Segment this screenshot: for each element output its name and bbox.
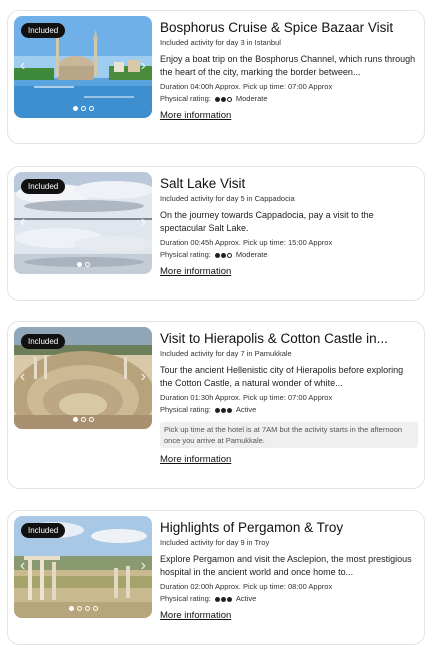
pickup-note: Pick up time at the hotel is at 7AM but …	[160, 422, 418, 448]
activity-card: Included ‹ › Salt Lake Visit Included ac…	[7, 166, 425, 301]
carousel-dot[interactable]	[72, 417, 78, 422]
activity-card: Included ‹ › Bosphorus Cruise & Spice Ba…	[7, 10, 425, 144]
activity-title: Highlights of Pergamon & Troy	[160, 520, 344, 535]
carousel-dot[interactable]	[84, 262, 90, 267]
rating-dot	[226, 596, 232, 602]
activity-duration: Duration 01:30h Approx. Pick up time: 07…	[160, 393, 333, 402]
chevron-right-icon[interactable]: ›	[141, 369, 146, 385]
physical-rating-text: Moderate	[235, 250, 268, 259]
physical-rating-label: Physical rating:	[160, 250, 211, 259]
activity-image-carousel[interactable]: Included ‹ ›	[14, 516, 152, 618]
carousel-dot[interactable]	[80, 106, 86, 111]
activity-image-carousel[interactable]: Included ‹ ›	[14, 327, 152, 429]
activity-image-carousel[interactable]: Included ‹ ›	[14, 16, 152, 118]
rating-dots	[214, 252, 232, 258]
carousel-dot[interactable]	[68, 606, 74, 611]
activity-duration: Duration 00:45h Approx. Pick up time: 15…	[160, 238, 333, 247]
rating-dot	[214, 96, 220, 102]
activity-card: Included ‹ › Highlights of Pergamon & Tr…	[7, 510, 425, 645]
chevron-left-icon[interactable]: ‹	[20, 58, 25, 74]
physical-rating-text: Active	[235, 594, 257, 603]
rating-dot	[214, 596, 220, 602]
activity-subtitle: Included activity for day 5 in Cappadoci…	[160, 194, 295, 203]
activity-subtitle: Included activity for day 3 in Istanbul	[160, 38, 281, 47]
carousel-dot[interactable]	[92, 606, 98, 611]
activity-duration: Duration 02:00h Approx. Pick up time: 08…	[160, 582, 333, 591]
carousel-dots	[14, 262, 152, 267]
physical-rating-text: Active	[235, 405, 257, 414]
activity-info: Salt Lake Visit Included activity for da…	[160, 175, 418, 279]
included-badge: Included	[21, 179, 66, 194]
activity-info: Bosphorus Cruise & Spice Bazaar Visit In…	[160, 19, 418, 123]
rating-dot	[220, 252, 226, 258]
included-badge: Included	[21, 23, 66, 38]
physical-rating: Physical rating: Active	[160, 405, 418, 415]
physical-rating: Physical rating: Moderate	[160, 94, 418, 104]
physical-rating-label: Physical rating:	[160, 594, 211, 603]
activity-description: Enjoy a boat trip on the Bosphorus Chann…	[160, 54, 416, 77]
chevron-right-icon[interactable]: ›	[141, 558, 146, 574]
activity-title: Visit to Hierapolis & Cotton Castle in..…	[160, 331, 388, 346]
activity-duration: Duration 04:00h Approx. Pick up time: 07…	[160, 82, 333, 91]
activity-description: Explore Pergamon and visit the Asclepion…	[160, 554, 412, 577]
chevron-left-icon[interactable]: ‹	[20, 558, 25, 574]
rating-dot	[220, 96, 226, 102]
carousel-dot[interactable]	[88, 106, 94, 111]
carousel-dots	[14, 417, 152, 422]
rating-dot	[214, 407, 220, 413]
more-information-link[interactable]: More information	[160, 266, 231, 277]
chevron-left-icon[interactable]: ‹	[20, 369, 25, 385]
rating-dots	[214, 96, 232, 102]
rating-dots	[214, 596, 232, 602]
carousel-dots	[14, 606, 152, 611]
physical-rating-label: Physical rating:	[160, 94, 211, 103]
rating-dot	[220, 407, 226, 413]
activity-description: Tour the ancient Hellenistic city of Hie…	[160, 365, 404, 388]
activity-title: Salt Lake Visit	[160, 176, 246, 191]
rating-dots	[214, 407, 232, 413]
carousel-dot[interactable]	[84, 606, 90, 611]
activity-subtitle: Included activity for day 9 in Troy	[160, 538, 270, 547]
chevron-right-icon[interactable]: ›	[141, 214, 146, 230]
activity-title: Bosphorus Cruise & Spice Bazaar Visit	[160, 20, 394, 35]
rating-dot	[214, 252, 220, 258]
included-badge: Included	[21, 523, 66, 538]
carousel-dot[interactable]	[76, 262, 82, 267]
rating-dot	[220, 596, 226, 602]
carousel-dot[interactable]	[80, 417, 86, 422]
activity-info: Visit to Hierapolis & Cotton Castle in..…	[160, 330, 418, 467]
more-information-link[interactable]: More information	[160, 610, 231, 621]
carousel-dots	[14, 106, 152, 111]
chevron-left-icon[interactable]: ‹	[20, 214, 25, 230]
carousel-dot[interactable]	[72, 106, 78, 111]
included-badge: Included	[21, 334, 66, 349]
activity-description: On the journey towards Cappadocia, pay a…	[160, 210, 374, 233]
activity-subtitle: Included activity for day 7 in Pamukkale	[160, 349, 292, 358]
activity-info: Highlights of Pergamon & Troy Included a…	[160, 519, 418, 623]
activity-card: Included ‹ › Visit to Hierapolis & Cotto…	[7, 321, 425, 489]
physical-rating-text: Moderate	[235, 94, 268, 103]
chevron-right-icon[interactable]: ›	[141, 58, 146, 74]
carousel-dot[interactable]	[88, 417, 94, 422]
physical-rating: Physical rating: Active	[160, 594, 418, 604]
activity-image-carousel[interactable]: Included ‹ ›	[14, 172, 152, 274]
carousel-dot[interactable]	[76, 606, 82, 611]
physical-rating-label: Physical rating:	[160, 405, 211, 414]
rating-dot	[226, 407, 232, 413]
rating-dot	[226, 96, 232, 102]
physical-rating: Physical rating: Moderate	[160, 250, 418, 260]
more-information-link[interactable]: More information	[160, 110, 231, 121]
more-information-link[interactable]: More information	[160, 454, 231, 465]
rating-dot	[226, 252, 232, 258]
